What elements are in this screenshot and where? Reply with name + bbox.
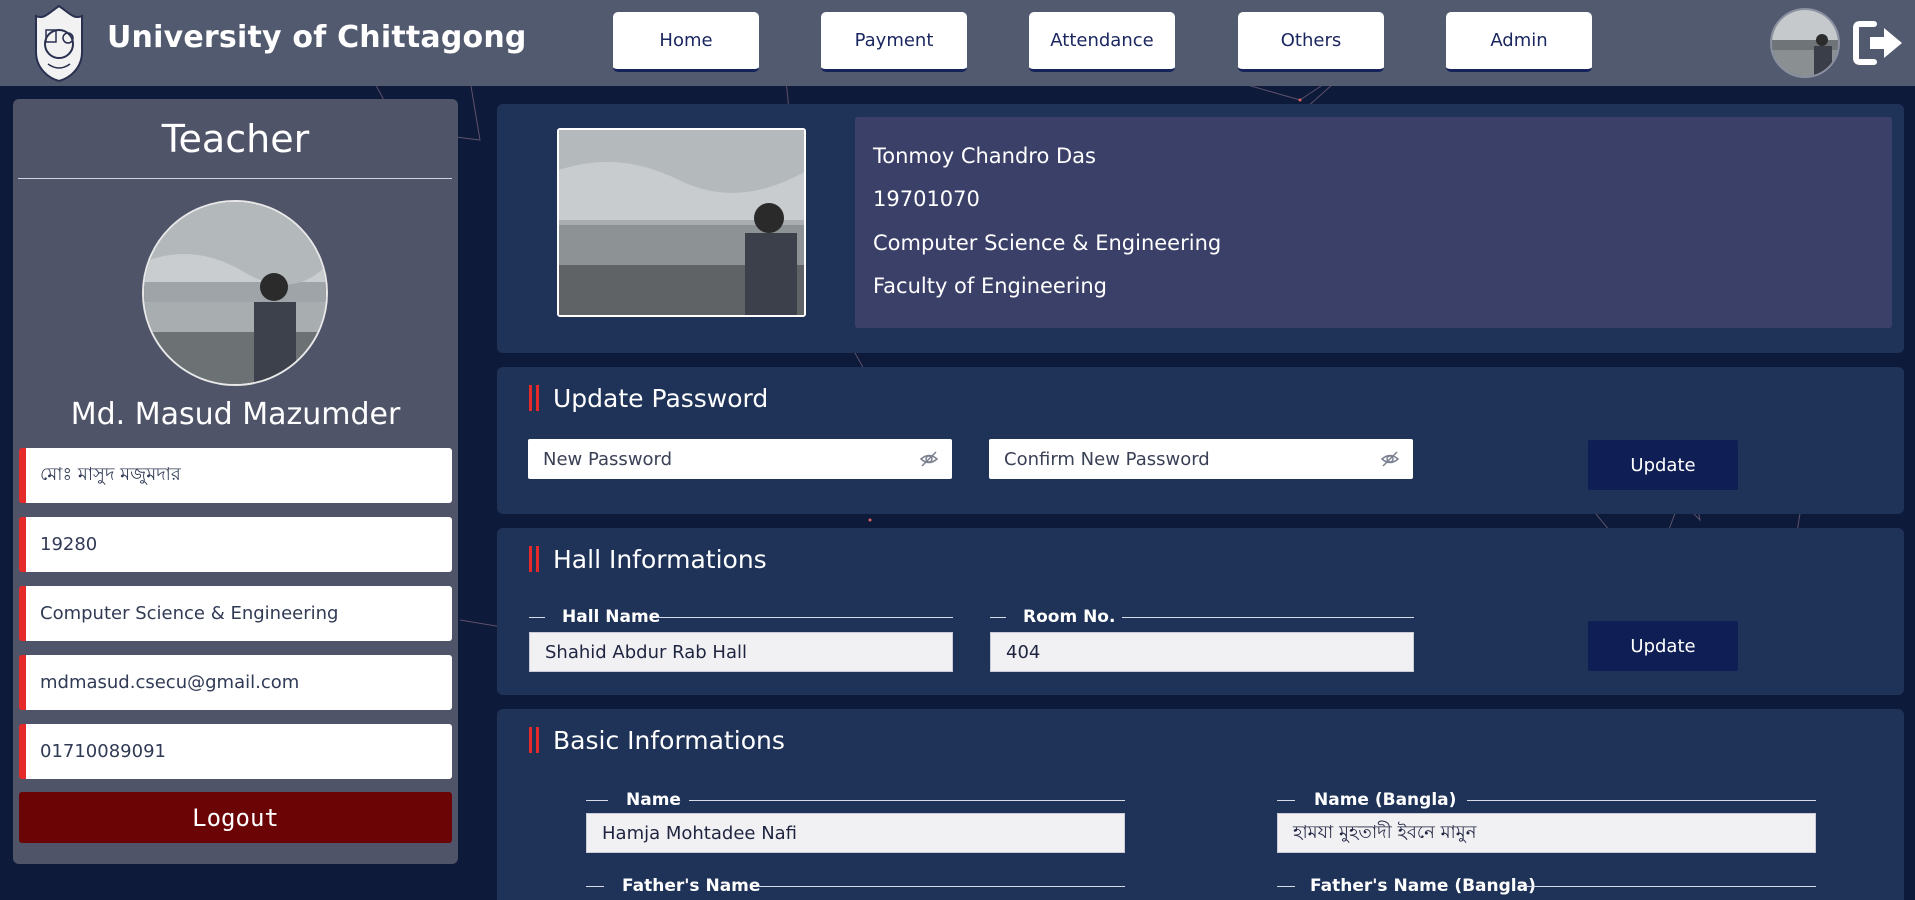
hall-name-input[interactable]: Shahid Abdur Rab Hall [529,632,953,672]
name-field: Name Hamja Mohtadee Nafi [586,790,1125,856]
teacher-card: Teacher Md. Masud Mazumder মোঃ মাসুদ মজু… [13,99,458,864]
father-name-bangla-field: Father's Name (Bangla) [1277,876,1816,900]
student-faculty: Faculty of Engineering [873,274,1107,298]
sign-out-icon[interactable] [1852,20,1906,66]
hall-info-panel: Hall Informations Hall Name Shahid Abdur… [497,528,1904,695]
teacher-role-title: Teacher [161,117,310,161]
update-password-panel: Update Password New Password Confirm New… [497,367,1904,514]
logout-button[interactable]: Logout [19,792,452,843]
student-name: Tonmoy Chandro Das [873,144,1096,168]
section-marker-icon [529,385,539,411]
nav-payment[interactable]: Payment [821,12,967,72]
student-profile-panel: Tonmoy Chandro Das 19701070 Computer Sci… [497,104,1904,353]
user-avatar[interactable] [1770,8,1840,78]
top-navbar: University of Chittagong Home Payment At… [0,0,1915,86]
father-name-bangla-label: Father's Name (Bangla) [1310,876,1536,896]
teacher-email-field: mdmasud.csecu@gmail.com [19,655,452,710]
name-bangla-field: Name (Bangla) হামযা মুহতাদী ইবনে মামুন [1277,790,1816,856]
teacher-phone-field: 01710089091 [19,724,452,779]
update-password-button[interactable]: Update [1588,440,1738,490]
eye-slash-icon[interactable] [920,450,938,468]
hall-name-field: Hall Name Shahid Abdur Rab Hall [529,607,953,673]
nav-home[interactable]: Home [613,12,759,72]
student-department: Computer Science & Engineering [873,231,1222,255]
student-info-box: Tonmoy Chandro Das 19701070 Computer Sci… [855,117,1892,328]
update-password-header: Update Password [529,381,768,415]
teacher-name-bangla-field: মোঃ মাসুদ মজুমদার [19,448,452,503]
hall-info-header: Hall Informations [529,542,767,576]
teacher-avatar [142,200,328,386]
teacher-name: Md. Masud Mazumder [70,397,401,432]
name-input[interactable]: Hamja Mohtadee Nafi [586,813,1125,853]
room-no-label: Room No. [1023,607,1116,627]
university-logo[interactable] [28,2,90,82]
divider [18,178,452,179]
room-no-input[interactable]: 404 [990,632,1414,672]
section-marker-icon [529,727,539,753]
name-label: Name [626,790,681,810]
basic-info-header: Basic Informations [529,723,785,757]
name-bangla-label: Name (Bangla) [1314,790,1457,810]
father-name-field: Father's Name [586,876,1125,900]
confirm-password-input[interactable]: Confirm New Password [989,439,1413,479]
section-title: Hall Informations [553,544,767,574]
name-bangla-input[interactable]: হামযা মুহতাদী ইবনে মামুন [1277,813,1816,853]
new-password-input[interactable]: New Password [528,439,952,479]
confirm-password-placeholder: Confirm New Password [1004,448,1210,470]
nav-others[interactable]: Others [1238,12,1384,72]
section-title: Basic Informations [553,725,785,755]
update-hall-button[interactable]: Update [1588,621,1738,671]
teacher-department-field: Computer Science & Engineering [19,586,452,641]
student-id: 19701070 [873,187,980,211]
room-no-field: Room No. 404 [990,607,1414,673]
new-password-placeholder: New Password [543,448,673,470]
nav-attendance[interactable]: Attendance [1029,12,1175,72]
teacher-id-field: 19280 [19,517,452,572]
section-marker-icon [529,546,539,572]
basic-info-panel: Basic Informations Name Hamja Mohtadee N… [497,709,1904,900]
brand-title: University of Chittagong [107,20,527,55]
eye-slash-icon[interactable] [1381,450,1399,468]
father-name-label: Father's Name [622,876,761,896]
student-photo [557,128,806,317]
section-title: Update Password [553,383,769,413]
hall-name-label: Hall Name [562,607,661,627]
nav-admin[interactable]: Admin [1446,12,1592,72]
